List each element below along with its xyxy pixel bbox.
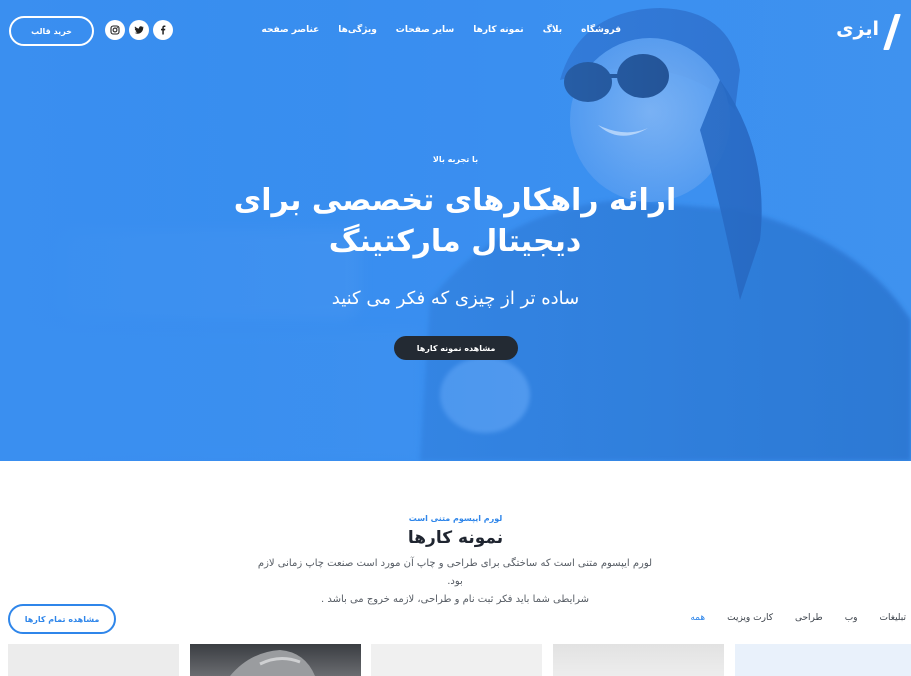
facebook-icon xyxy=(161,25,166,35)
buy-template-button[interactable]: خرید قالب xyxy=(9,16,94,46)
filter-ads[interactable]: تبلیغات xyxy=(880,613,906,623)
view-portfolio-button[interactable]: مشاهده نمونه کارها xyxy=(394,336,518,360)
facebook-button[interactable] xyxy=(153,20,173,40)
portfolio-card-image xyxy=(230,650,315,676)
hero-title-line-1: ارائه راهکارهای تخصصی برای xyxy=(233,183,677,218)
filter-design[interactable]: طراحی xyxy=(795,613,823,623)
nav-item-portfolio[interactable]: نمونه کارها xyxy=(473,25,523,41)
portfolio-card[interactable] xyxy=(735,644,911,676)
site-logo[interactable]: ایزی xyxy=(836,14,901,50)
logo-text: ایزی xyxy=(836,18,879,40)
portfolio-card[interactable] xyxy=(8,644,179,676)
filter-business-card[interactable]: کارت ویزیت xyxy=(727,613,773,623)
nav-item-page-elements[interactable]: عناصر صفحه xyxy=(262,25,320,41)
instagram-icon xyxy=(110,25,120,35)
nav-item-blog[interactable]: بلاگ xyxy=(543,25,562,41)
portfolio-filters: همه کارت ویزیت طراحی وب تبلیغات xyxy=(690,613,906,623)
twitter-icon xyxy=(134,26,144,34)
portfolio-eyebrow: لورم ایپسوم متنی است xyxy=(408,514,503,523)
instagram-button[interactable] xyxy=(105,20,125,40)
hero-eyebrow: با تجربه بالا xyxy=(432,155,479,164)
portfolio-title: نمونه کارها xyxy=(407,528,504,548)
portfolio-desc-line-2: شرایطی شما باید فکر ثبت نام و طراحی، لاز… xyxy=(320,594,590,605)
twitter-button[interactable] xyxy=(129,20,149,40)
hero-title-line-2: دیجیتال مارکتینگ xyxy=(328,224,582,259)
nav-item-features[interactable]: ویژگی‌ها xyxy=(338,25,377,41)
view-all-works-button[interactable]: مشاهده تمام کارها xyxy=(8,604,116,634)
portfolio-description: لورم ایپسوم متنی است که ساختگی برای طراح… xyxy=(255,555,655,609)
portfolio-card[interactable] xyxy=(371,644,542,676)
hero-title: ارائه راهکارهای تخصصی برای دیجیتال مارکت… xyxy=(205,180,705,262)
portfolio-desc-line-1: لورم ایپسوم متنی است که ساختگی برای طراح… xyxy=(257,558,653,587)
filter-all[interactable]: همه xyxy=(690,613,705,623)
hero-section: ایزی عناصر صفحه ویژگی‌ها سایر صفحات نمون… xyxy=(0,0,911,461)
portfolio-card[interactable] xyxy=(190,644,361,676)
social-links xyxy=(105,20,173,40)
logo-slash-mark xyxy=(883,14,901,50)
main-nav: عناصر صفحه ویژگی‌ها سایر صفحات نمونه کار… xyxy=(262,25,621,41)
nav-item-shop[interactable]: فروشگاه xyxy=(581,25,621,41)
nav-item-other-pages[interactable]: سایر صفحات xyxy=(396,25,454,41)
portfolio-card[interactable] xyxy=(553,644,724,676)
portfolio-grid xyxy=(0,644,911,676)
hero-subtitle: ساده تر از چیزی که فکر می کنید xyxy=(331,288,580,309)
filter-web[interactable]: وب xyxy=(845,613,858,623)
